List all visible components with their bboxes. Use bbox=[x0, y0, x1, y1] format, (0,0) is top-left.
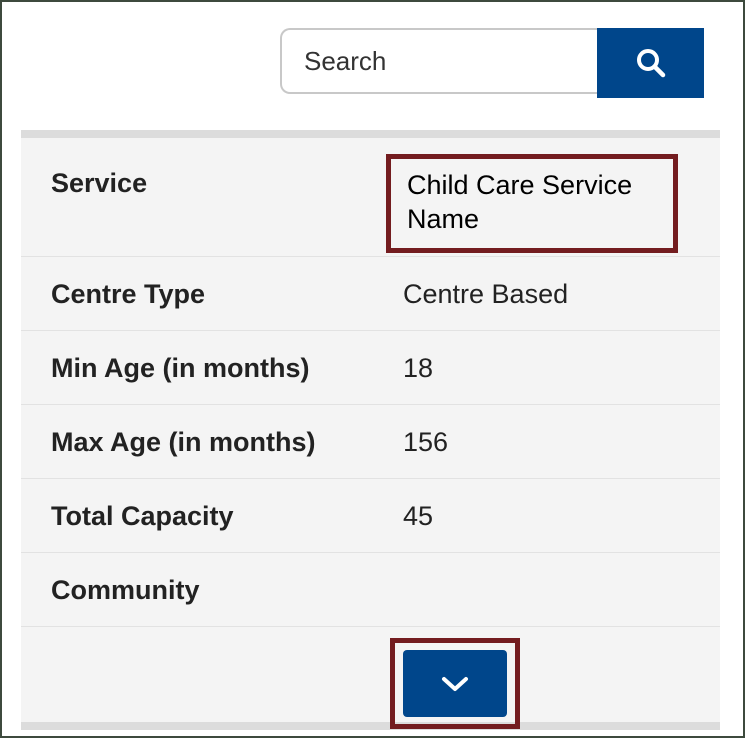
search-input[interactable] bbox=[280, 28, 598, 94]
detail-value: 156 bbox=[403, 427, 449, 457]
search-bar bbox=[280, 28, 704, 98]
expand-button-highlight bbox=[390, 638, 520, 729]
detail-row-max-age: Max Age (in months) 156 bbox=[21, 405, 720, 479]
search-icon bbox=[636, 49, 665, 78]
service-details-panel: Service Child Care Service Name Centre T… bbox=[21, 130, 720, 730]
search-button[interactable] bbox=[597, 28, 704, 98]
detail-label: Community bbox=[51, 575, 200, 605]
expand-button[interactable] bbox=[403, 650, 507, 717]
detail-value: 18 bbox=[403, 353, 434, 383]
detail-row-centre-type: Centre Type Centre Based bbox=[21, 257, 720, 331]
detail-row-total-capacity: Total Capacity 45 bbox=[21, 479, 720, 553]
detail-row-community: Community bbox=[21, 553, 720, 627]
detail-label: Min Age (in months) bbox=[51, 353, 310, 383]
detail-value: Centre Based bbox=[403, 279, 569, 309]
detail-label: Total Capacity bbox=[51, 501, 234, 531]
service-name-value: Child Care Service Name bbox=[407, 170, 633, 234]
app-frame: Service Child Care Service Name Centre T… bbox=[0, 0, 745, 738]
chevron-down-icon bbox=[442, 676, 468, 691]
service-name-highlight: Child Care Service Name bbox=[386, 154, 678, 253]
detail-label: Max Age (in months) bbox=[51, 427, 316, 457]
detail-label: Service bbox=[51, 168, 148, 198]
detail-row-service: Service Child Care Service Name bbox=[21, 138, 720, 257]
detail-value: 45 bbox=[403, 501, 434, 531]
detail-row-min-age: Min Age (in months) 18 bbox=[21, 331, 720, 405]
detail-label: Centre Type bbox=[51, 279, 206, 309]
